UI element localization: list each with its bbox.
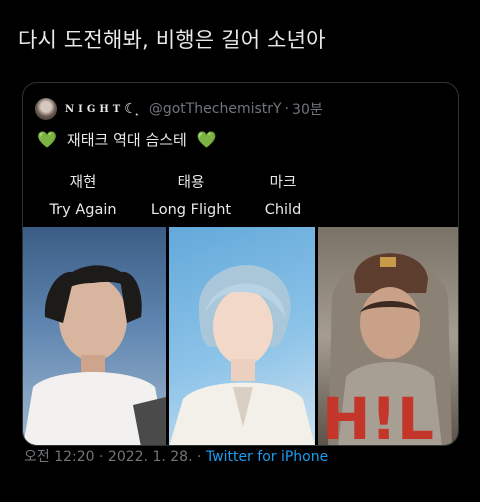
tweet-text: 다시 도전해봐, 비행은 길어 소년아 xyxy=(18,28,326,52)
song-title: Child xyxy=(264,202,302,218)
green-heart-icon: 💚 xyxy=(37,130,57,149)
song-title: Try Again xyxy=(49,202,117,218)
photo-grid: H!L xyxy=(23,227,458,446)
quoted-headline-text: 재태크 역대 슴스테 xyxy=(66,131,187,149)
photo-illustration: H!L xyxy=(322,253,452,446)
song-title: Long Flight xyxy=(150,202,232,218)
tweet-time[interactable]: 오전 12:20 xyxy=(24,449,95,465)
photo[interactable]: H!L xyxy=(318,227,458,446)
photo-illustration xyxy=(23,265,166,445)
tweet-metadata: 오전 12:20 · 2022. 1. 28. · Twitter for iP… xyxy=(24,446,328,466)
photo-illustration xyxy=(169,265,315,445)
separator-dot: · xyxy=(99,449,104,465)
quoted-display-name[interactable]: NIGHT xyxy=(65,104,124,115)
quoted-tweet-header: NIGHT ☾ ⋆ @gotThechemistrY · 30분 xyxy=(35,97,323,121)
lineup-item: 재현 Try Again xyxy=(23,171,143,218)
member-name: 재현 xyxy=(69,175,97,191)
photo[interactable] xyxy=(169,227,315,445)
member-name: 마크 xyxy=(269,175,297,191)
tweet-detail: 다시 도전해봐, 비행은 길어 소년아 NIGHT ☾ ⋆ @gotThechem… xyxy=(0,0,480,502)
photo[interactable] xyxy=(23,227,166,445)
quoted-tweet-card[interactable]: NIGHT ☾ ⋆ @gotThechemistrY · 30분 💚 재태크 역대… xyxy=(22,82,459,446)
crescent-moon-icon: ☾ ⋆ xyxy=(124,101,140,119)
tweet-date[interactable]: 2022. 1. 28. xyxy=(108,449,193,465)
tweet-source-link[interactable]: Twitter for iPhone xyxy=(206,449,328,465)
quoted-time[interactable]: 30분 xyxy=(292,99,323,119)
avatar[interactable] xyxy=(35,98,57,120)
photo-letters: H!L xyxy=(322,385,434,446)
green-heart-icon: 💚 xyxy=(196,130,217,149)
lineup-item: 마크 Child xyxy=(223,171,343,218)
quoted-headline: 💚 재태크 역대 슴스테 💚 xyxy=(37,129,217,150)
separator-dot: · xyxy=(284,101,290,117)
quoted-handle[interactable]: @gotThechemistrY xyxy=(149,101,282,117)
star-icon: ⋆ xyxy=(134,110,140,119)
separator-dot: · xyxy=(196,449,202,465)
